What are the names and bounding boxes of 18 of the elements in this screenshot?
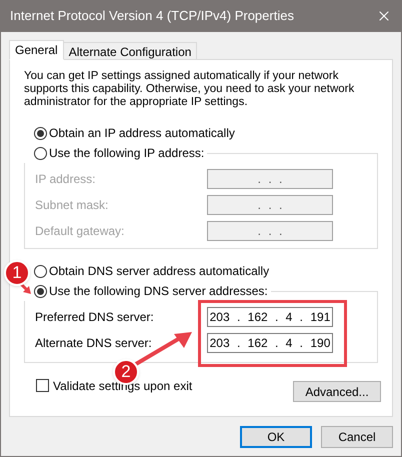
window-title: Internet Protocol Version 4 (TCP/IPv4) Properties [10,7,294,26]
radio-label: Use the following IP address: [49,145,204,162]
radio-label: Obtain DNS server address automatically [49,263,270,280]
field-label: Subnet mask: [35,197,108,214]
tab[interactable]: General [9,40,64,60]
dialog-button[interactable]: Cancel [321,426,393,448]
description-text: You can get IP settings assigned automatically if your network supports this capability. Otherwise, you need to ask your network administrator for the appropriate IP settings. [24,70,356,109]
radio-label: Obtain an IP address automatically [49,125,235,142]
dialog-button[interactable]: OK [240,426,312,448]
radio-label: Use the following DNS server addresses: [49,283,268,300]
field-label: Default gateway: [35,223,124,240]
advanced-button[interactable]: Advanced... [293,381,381,402]
tab[interactable]: Alternate Configuration [64,42,198,60]
field-label: IP address: [35,171,96,188]
ip-address-field[interactable]: 203 . 162 . 4 . 191 [207,307,333,327]
field-label: Alternate DNS server: [35,335,152,352]
ip-address-field[interactable]: 203 . 162 . 4 . 190 [207,333,333,353]
field-label: Preferred DNS server: [35,309,154,326]
